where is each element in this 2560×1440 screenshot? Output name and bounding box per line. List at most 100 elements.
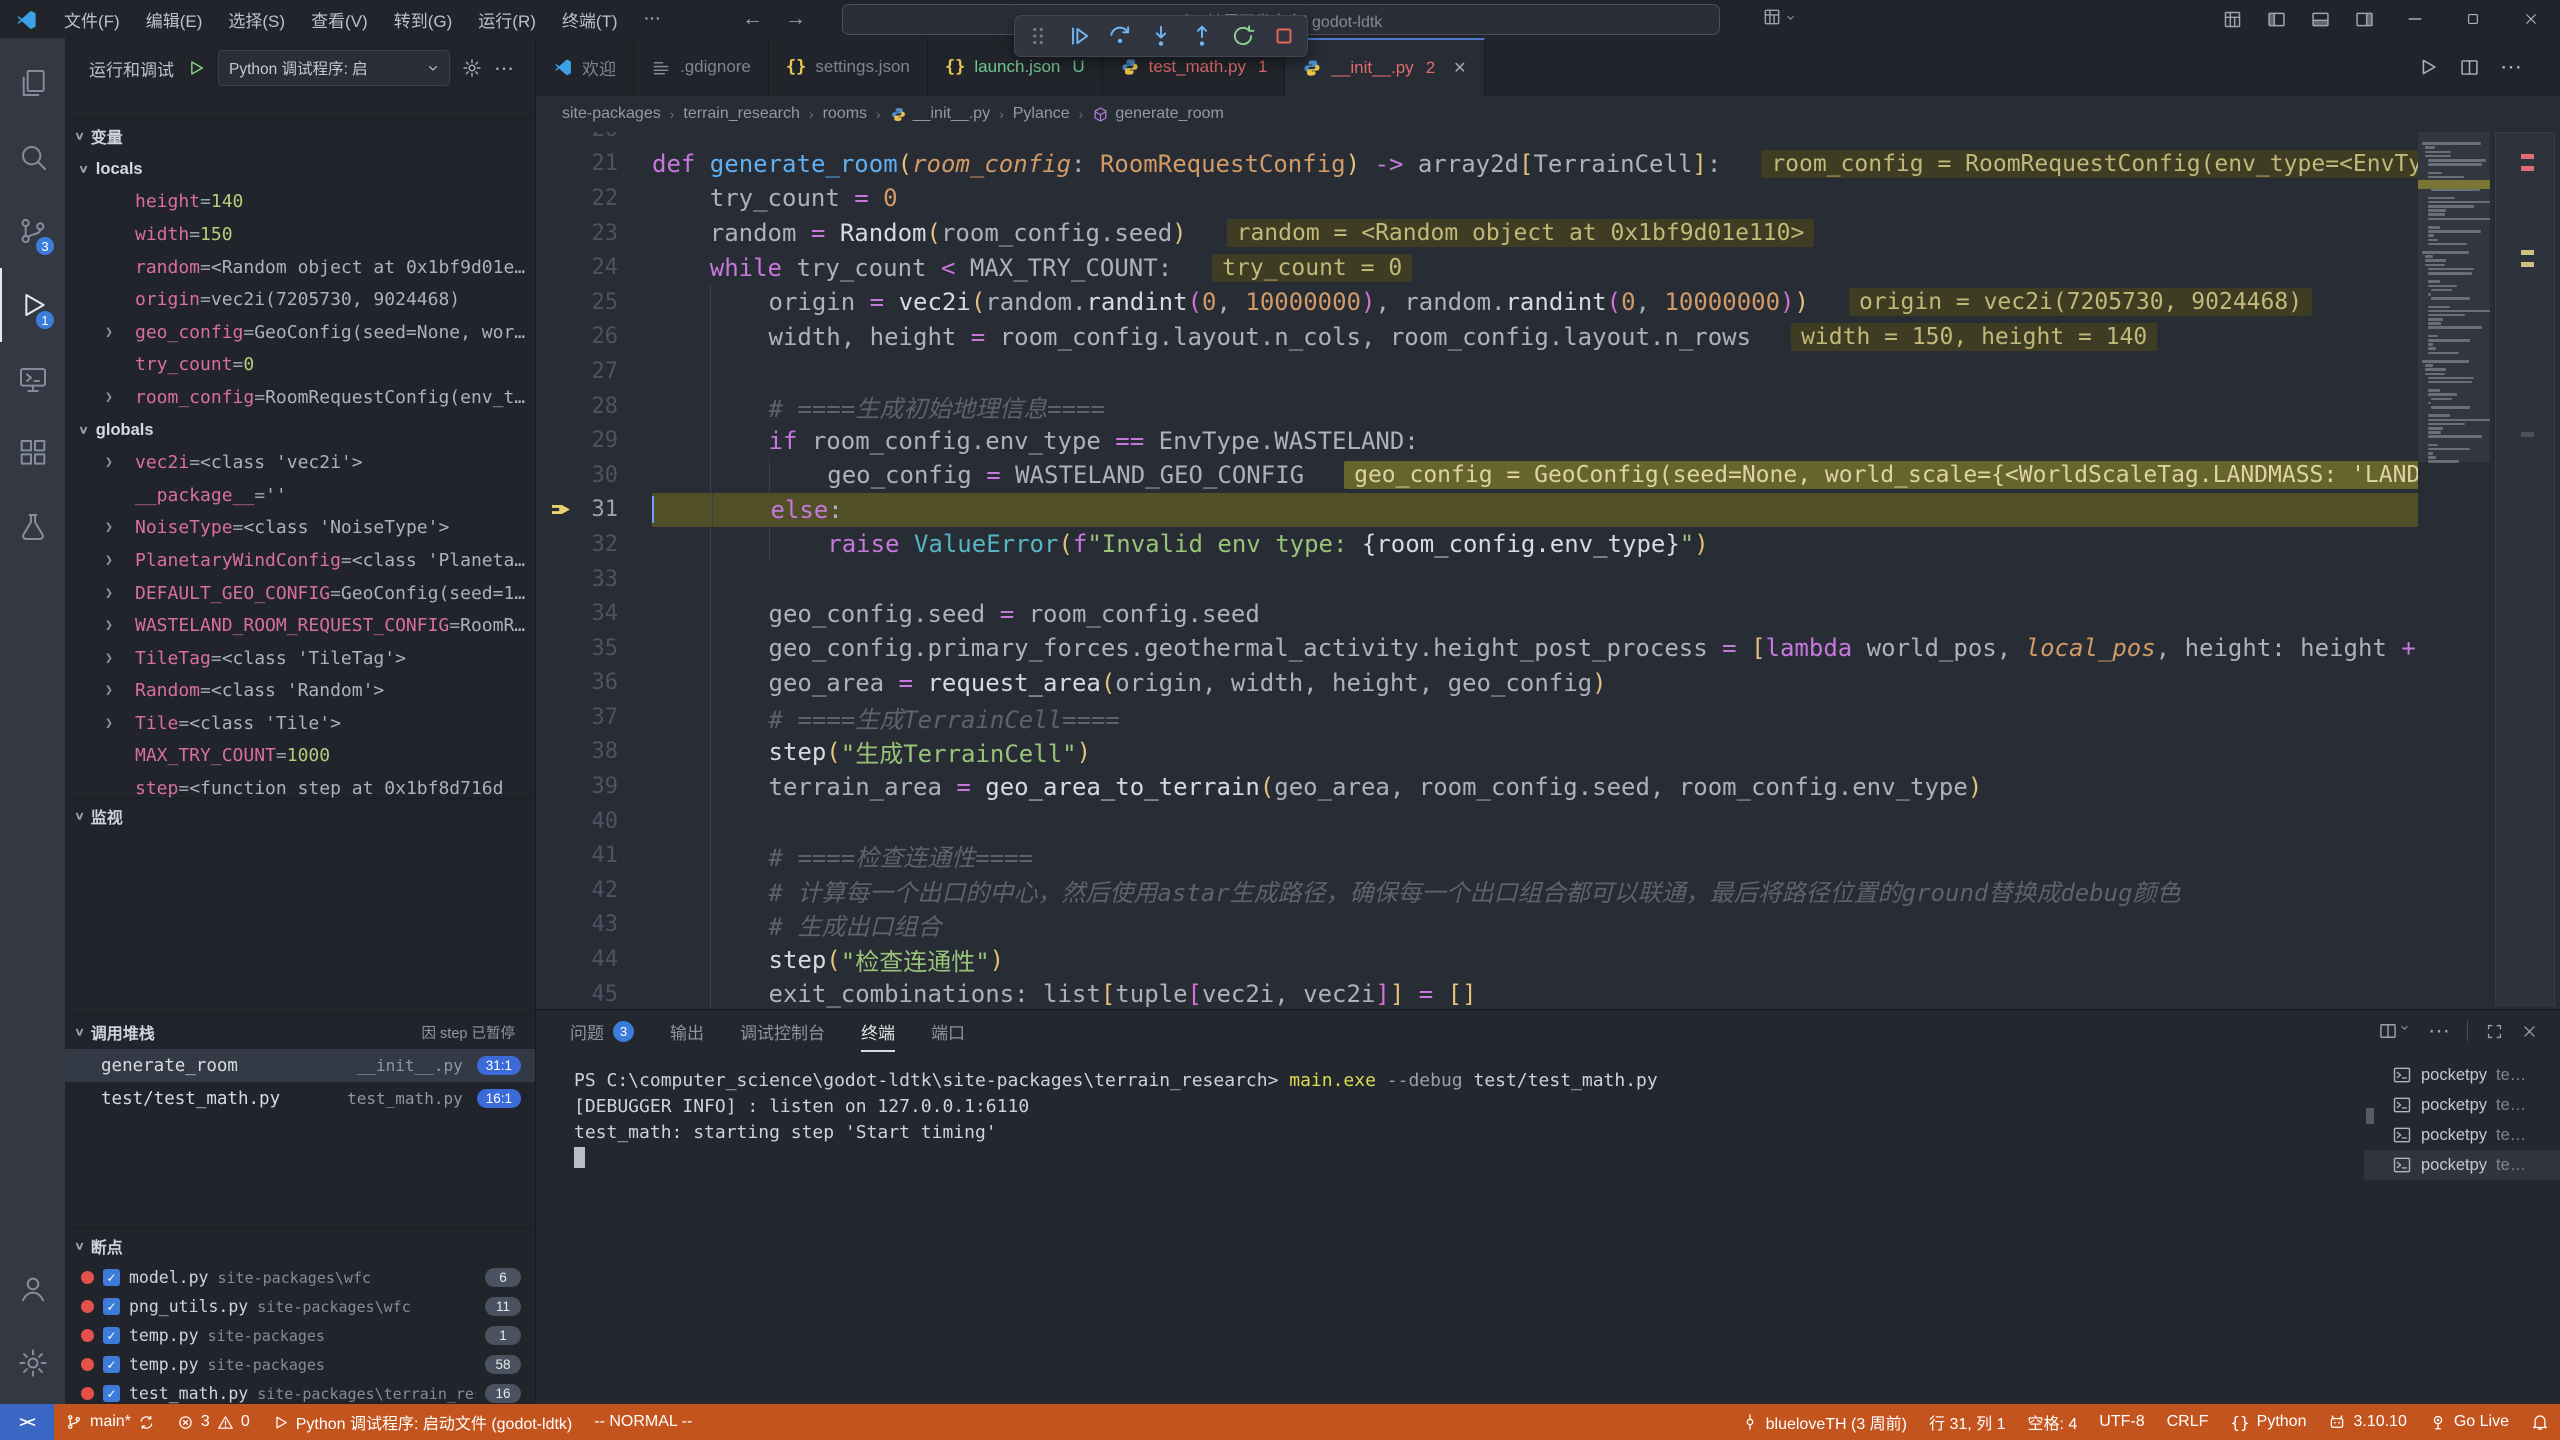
debug-stop-button[interactable] — [1271, 23, 1297, 49]
menu-item-5[interactable]: 运行(R) — [465, 0, 549, 38]
more-actions-icon[interactable]: ⋯ — [494, 56, 514, 81]
gutter[interactable]: 37 — [536, 700, 652, 735]
variable-row[interactable]: try_count = 0 — [65, 349, 535, 382]
breakpoint-row[interactable]: ✓temp.pysite-packages1 — [65, 1321, 535, 1350]
gutter[interactable]: 44 — [536, 942, 652, 977]
gutter[interactable]: 42 — [536, 873, 652, 908]
breakpoint-checkbox[interactable]: ✓ — [103, 1298, 120, 1315]
breadcrumb-item[interactable]: Pylance — [1013, 105, 1070, 123]
breakpoint-row[interactable]: ✓temp.pysite-packages58 — [65, 1350, 535, 1379]
stack-frame[interactable]: test/test_math.pytest_math.py16:1 — [65, 1082, 535, 1115]
code-line-21[interactable]: 21def generate_room(room_config: RoomReq… — [536, 147, 2560, 182]
maximize-panel-icon[interactable] — [2485, 1022, 2504, 1041]
breakpoint-checkbox[interactable]: ✓ — [103, 1269, 120, 1286]
breakpoint-checkbox[interactable]: ✓ — [103, 1327, 120, 1344]
run-python-file-button[interactable] — [2417, 56, 2439, 78]
code-line-36[interactable]: 36geo_area = request_area(origin, width,… — [536, 666, 2560, 701]
start-debug-button[interactable] — [186, 58, 206, 78]
gutter[interactable]: 31 — [536, 493, 652, 528]
debug-step-into-button[interactable] — [1148, 23, 1174, 49]
panel-tab-终端[interactable]: 终端 — [861, 1010, 895, 1052]
variable-row[interactable]: step = <function step at 0x1bf8d716d — [65, 772, 535, 798]
layout-dropdown-icon[interactable] — [1762, 7, 1797, 27]
code-line-28[interactable]: 28# ====生成初始地理信息==== — [536, 389, 2560, 424]
gutter[interactable]: 36 — [536, 666, 652, 701]
variable-row[interactable]: ❯TileTag = <class 'TileTag'> — [65, 642, 535, 675]
status-indentation[interactable]: 空格: 4 — [2016, 1404, 2088, 1440]
breadcrumb-item[interactable]: generate_room — [1092, 105, 1224, 123]
activitybar-explorer[interactable] — [0, 46, 65, 120]
panel-tab-调试控制台[interactable]: 调试控制台 — [740, 1010, 825, 1052]
tab-settings.json[interactable]: {}settings.json — [769, 38, 928, 96]
gutter[interactable]: 24 — [536, 250, 652, 285]
variable-row[interactable]: ❯Tile = <class 'Tile'> — [65, 707, 535, 740]
variable-row[interactable]: ❯vec2i = <class 'vec2i'> — [65, 446, 535, 479]
status-python-version[interactable]: 3.10.10 — [2317, 1404, 2417, 1440]
panel-tab-问题[interactable]: 问题3 — [570, 1010, 634, 1052]
code-line-45[interactable]: 45exit_combinations: list[tuple[vec2i, v… — [536, 977, 2560, 1009]
variable-row[interactable]: ❯room_config = RoomRequestConfig(env_t… — [65, 381, 535, 414]
call-stack-header[interactable]: ∨调用堆栈 因 step 已暂停 — [65, 1015, 535, 1049]
breadcrumb-item[interactable]: __init__.py — [890, 105, 990, 123]
status-go-live[interactable]: Go Live — [2418, 1404, 2520, 1440]
code-line-40[interactable]: 40 — [536, 804, 2560, 839]
debug-continue-button[interactable] — [1066, 23, 1092, 49]
gutter[interactable]: 26 — [536, 320, 652, 355]
gutter[interactable]: 38 — [536, 735, 652, 770]
scope-locals[interactable]: ∨locals — [65, 153, 535, 186]
breakpoint-checkbox[interactable]: ✓ — [103, 1356, 120, 1373]
code-line-34[interactable]: 34geo_config.seed = room_config.seed — [536, 596, 2560, 631]
layout-grid-toggle-icon[interactable] — [2210, 0, 2254, 38]
code-line-20[interactable]: 20 — [536, 132, 2560, 147]
breakpoints-header[interactable]: ∨断点 — [65, 1229, 535, 1263]
code-line-32[interactable]: 32raise ValueError(f"Invalid env type: {… — [536, 527, 2560, 562]
minimap[interactable] — [2418, 132, 2490, 1009]
menu-item-6[interactable]: 终端(T) — [549, 0, 631, 38]
gutter[interactable]: 22 — [536, 181, 652, 216]
status-language[interactable]: {}Python — [2219, 1404, 2317, 1440]
status-problems[interactable]: 30 — [166, 1404, 261, 1440]
menu-item-1[interactable]: 编辑(E) — [133, 0, 216, 38]
panel-tab-端口[interactable]: 端口 — [931, 1010, 965, 1052]
variable-row[interactable]: height = 140 — [65, 186, 535, 219]
code-line-39[interactable]: 39terrain_area = geo_area_to_terrain(geo… — [536, 769, 2560, 804]
breadcrumb-item[interactable]: site-packages — [562, 105, 661, 123]
status-cursor-position[interactable]: 行 31, 列 1 — [1918, 1404, 2016, 1440]
tab-欢迎[interactable]: 欢迎 — [536, 38, 634, 96]
variable-row[interactable]: ❯geo_config = GeoConfig(seed=None, wor… — [65, 316, 535, 349]
menu-item-0[interactable]: 文件(F) — [51, 0, 133, 38]
panel-bottom-toggle-icon[interactable] — [2298, 0, 2342, 38]
forward-icon[interactable]: → — [785, 7, 806, 31]
panel-left-toggle-icon[interactable] — [2254, 0, 2298, 38]
terminal-list-item[interactable]: pocketpyte… — [2364, 1090, 2560, 1120]
variable-row[interactable]: width = 150 — [65, 218, 535, 251]
breadcrumb-item[interactable]: rooms — [823, 105, 867, 123]
code-line-33[interactable]: 33 — [536, 562, 2560, 597]
window-close-button[interactable] — [2502, 0, 2560, 38]
variable-row[interactable]: ❯PlanetaryWindConfig = <class 'Planeta… — [65, 544, 535, 577]
panel-right-toggle-icon[interactable] — [2342, 0, 2386, 38]
debug-step-over-button[interactable] — [1107, 23, 1133, 49]
gutter[interactable]: 25 — [536, 285, 652, 320]
terminal-list-item[interactable]: pocketpyte… — [2364, 1060, 2560, 1090]
code-line-22[interactable]: 22try_count = 0 — [536, 181, 2560, 216]
code-line-29[interactable]: 29if room_config.env_type == EnvType.WAS… — [536, 423, 2560, 458]
gutter[interactable]: 29 — [536, 423, 652, 458]
breakpoint-checkbox[interactable]: ✓ — [103, 1385, 120, 1402]
code-line-23[interactable]: 23random = Random(room_config.seed)rando… — [536, 216, 2560, 251]
activitybar-testing[interactable] — [0, 490, 65, 564]
activitybar-extensions[interactable] — [0, 416, 65, 490]
code-line-37[interactable]: 37# ====生成TerrainCell==== — [536, 700, 2560, 735]
status-remote[interactable]: >< — [0, 1404, 54, 1440]
status-debug-session[interactable]: Python 调试程序: 启动文件 (godot-ldtk) — [261, 1404, 584, 1440]
menu-item-7[interactable]: ⋯ — [631, 0, 674, 38]
code-line-43[interactable]: 43# 生成出口组合 — [536, 908, 2560, 943]
code-line-31[interactable]: 31else: — [536, 493, 2560, 528]
breadcrumb-item[interactable]: terrain_research — [683, 105, 800, 123]
code-editor[interactable]: 2021def generate_room(room_config: RoomR… — [536, 132, 2560, 1009]
menu-item-2[interactable]: 选择(S) — [215, 0, 298, 38]
overview-ruler[interactable] — [2490, 132, 2560, 1009]
activitybar-settings[interactable] — [0, 1326, 65, 1400]
gutter[interactable]: 28 — [536, 389, 652, 424]
close-panel-icon[interactable] — [2521, 1023, 2538, 1040]
